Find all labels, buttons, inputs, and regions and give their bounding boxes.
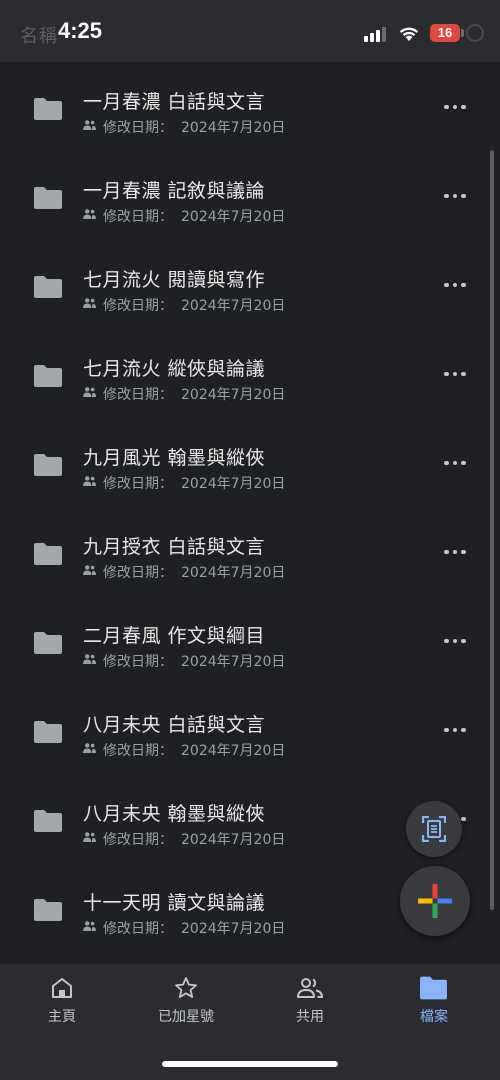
more-options-button[interactable]	[438, 450, 472, 476]
modified-date: 2024年7月20日	[181, 298, 286, 314]
nav-files[interactable]: 檔案	[372, 964, 496, 1034]
file-title: 九月風光 翰墨與縱俠	[83, 447, 266, 469]
modified-label: 修改日期：	[103, 654, 173, 670]
more-options-button[interactable]	[438, 628, 472, 654]
modified-label: 修改日期：	[103, 565, 173, 581]
file-title: 一月春濃 白話與文言	[83, 91, 266, 113]
modified-date: 2024年7月20日	[181, 476, 286, 492]
shared-people-icon	[83, 743, 96, 753]
nav-home[interactable]: 主頁	[0, 964, 124, 1034]
scrollbar[interactable]	[490, 150, 494, 910]
shared-people-icon	[83, 387, 96, 397]
modified-label: 修改日期：	[103, 832, 173, 848]
folder-icon	[34, 632, 62, 654]
shared-people-icon	[83, 209, 96, 219]
nav-shared-label: 共用	[296, 1009, 324, 1025]
modified-date: 2024年7月20日	[181, 387, 286, 403]
more-options-button[interactable]	[438, 717, 472, 743]
folder-icon	[34, 454, 62, 476]
file-title: 八月未央 白話與文言	[83, 714, 266, 736]
people-icon	[297, 978, 324, 998]
file-row[interactable]: 七月流火 閱讀與寫作 修改日期： 2024年7月20日	[0, 240, 500, 329]
file-row[interactable]: 一月春濃 白話與文言 修改日期： 2024年7月20日	[0, 62, 500, 151]
plus-icon	[418, 884, 452, 918]
file-row[interactable]: 二月春風 作文與綱目 修改日期： 2024年7月20日	[0, 596, 500, 685]
modified-label: 修改日期：	[103, 921, 173, 937]
battery-level: 16	[430, 24, 460, 42]
file-title: 一月春濃 記敘與議論	[83, 180, 266, 202]
modified-label: 修改日期：	[103, 298, 173, 314]
file-title: 九月授衣 白話與文言	[83, 536, 266, 558]
shared-people-icon	[83, 921, 96, 931]
modified-date: 2024年7月20日	[181, 565, 286, 581]
star-icon	[175, 977, 197, 998]
nav-shared[interactable]: 共用	[248, 964, 372, 1034]
shared-people-icon	[83, 832, 96, 842]
file-title: 八月未央 翰墨與縱俠	[83, 803, 266, 825]
modified-label: 修改日期：	[103, 387, 173, 403]
modified-date: 2024年7月20日	[181, 209, 286, 225]
modified-label: 修改日期：	[103, 743, 173, 759]
folder-icon	[34, 899, 62, 921]
shared-people-icon	[83, 654, 96, 664]
header-ghost-icon	[466, 24, 484, 42]
file-row[interactable]: 八月未央 白話與文言 修改日期： 2024年7月20日	[0, 685, 500, 774]
modified-date: 2024年7月20日	[181, 120, 286, 136]
header-ghost-text: 名稱	[20, 26, 58, 47]
folder-icon	[34, 543, 62, 565]
battery-tip	[461, 29, 464, 37]
status-time: 4:25	[58, 18, 103, 43]
nav-home-label: 主頁	[48, 1009, 76, 1025]
folder-icon	[34, 98, 62, 120]
home-indicator	[162, 1061, 338, 1067]
modified-date: 2024年7月20日	[181, 921, 286, 937]
folder-icon	[34, 810, 62, 832]
folder-icon	[34, 365, 62, 387]
folder-icon	[420, 976, 447, 1000]
file-title: 七月流火 縱俠與論議	[83, 358, 266, 380]
file-title: 七月流火 閱讀與寫作	[83, 269, 266, 291]
modified-date: 2024年7月20日	[181, 654, 286, 670]
cellular-signal-icon	[364, 26, 390, 42]
status-bar: 名稱 4:25 16	[0, 0, 500, 62]
nav-starred-label: 已加星號	[158, 1009, 214, 1025]
modified-label: 修改日期：	[103, 476, 173, 492]
file-title: 十一天明 讀文與論議	[83, 892, 266, 914]
scan-document-button[interactable]	[406, 801, 462, 857]
folder-icon	[34, 276, 62, 298]
file-row[interactable]: 七月流火 縱俠與論議 修改日期： 2024年7月20日	[0, 329, 500, 418]
file-row[interactable]: 一月春濃 記敘與議論 修改日期： 2024年7月20日	[0, 151, 500, 240]
nav-files-label: 檔案	[420, 1009, 448, 1025]
modified-label: 修改日期：	[103, 209, 173, 225]
modified-label: 修改日期：	[103, 120, 173, 136]
shared-people-icon	[83, 476, 96, 486]
shared-people-icon	[83, 298, 96, 308]
wifi-icon	[399, 27, 419, 41]
new-item-button[interactable]	[400, 866, 470, 936]
file-title: 二月春風 作文與綱目	[83, 625, 266, 647]
more-options-button[interactable]	[438, 94, 472, 120]
shared-people-icon	[83, 120, 96, 130]
more-options-button[interactable]	[438, 272, 472, 298]
shared-people-icon	[83, 565, 96, 575]
modified-date: 2024年7月20日	[181, 743, 286, 759]
document-scan-icon	[422, 816, 446, 842]
modified-date: 2024年7月20日	[181, 832, 286, 848]
more-options-button[interactable]	[438, 183, 472, 209]
nav-starred[interactable]: 已加星號	[124, 964, 248, 1034]
more-options-button[interactable]	[438, 361, 472, 387]
home-icon	[52, 978, 72, 998]
file-row[interactable]: 九月授衣 白話與文言 修改日期： 2024年7月20日	[0, 507, 500, 596]
folder-icon	[34, 187, 62, 209]
folder-icon	[34, 721, 62, 743]
file-row[interactable]: 九月風光 翰墨與縱俠 修改日期： 2024年7月20日	[0, 418, 500, 507]
more-options-button[interactable]	[438, 539, 472, 565]
